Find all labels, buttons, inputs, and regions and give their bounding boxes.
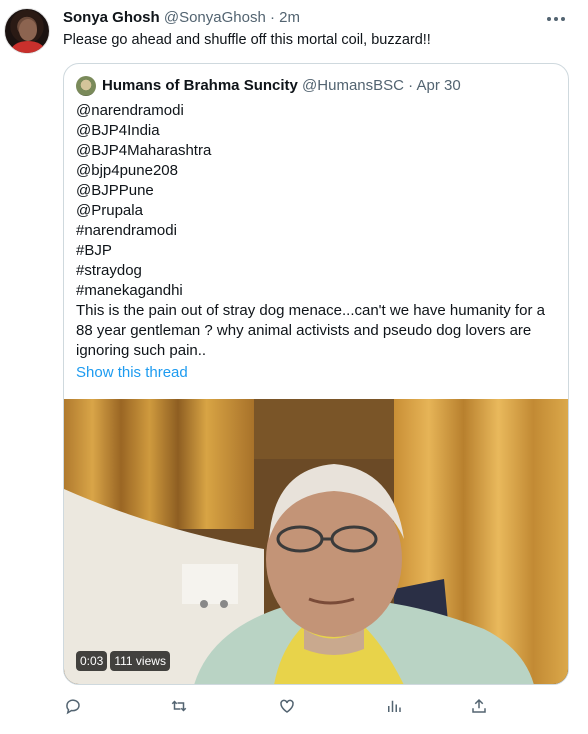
hashtag-link[interactable]: #BJP (76, 241, 564, 261)
video-views: 111 views (110, 651, 170, 671)
tweet-actions (62, 695, 502, 719)
analytics-icon[interactable] (383, 695, 405, 717)
mention-link[interactable]: @BJP4India (76, 121, 564, 141)
mention-link[interactable]: @narendramodi (76, 101, 564, 121)
hashtag-link[interactable]: #manekagandhi (76, 281, 564, 301)
quoted-tweet[interactable]: Humans of Brahma Suncity @HumansBSC · Ap… (63, 63, 569, 685)
author-handle[interactable]: @SonyaGhosh (164, 9, 266, 26)
video-player[interactable]: 0:03 111 views (64, 399, 568, 684)
tweet[interactable]: Sonya Ghosh @SonyaGhosh · 2m Please go a… (0, 0, 588, 734)
avatar-face (19, 19, 37, 41)
quoted-date[interactable]: Apr 30 (417, 77, 461, 94)
quoted-body-text: This is the pain out of stray dog menace… (76, 302, 545, 359)
reply-icon[interactable] (62, 695, 84, 717)
mention-link[interactable]: @BJP4Maharashtra (76, 141, 564, 161)
header-separator: · (269, 9, 275, 26)
mention-link[interactable]: @bjp4pune208 (76, 161, 564, 181)
video-frame (64, 399, 568, 684)
like-icon[interactable] (276, 695, 298, 717)
quoted-avatar[interactable] (76, 76, 96, 96)
tweet-text: Please go ahead and shuffle off this mor… (63, 32, 431, 48)
quoted-author-name[interactable]: Humans of Brahma Suncity (102, 77, 298, 94)
mention-link[interactable]: @BJPPune (76, 181, 564, 201)
hashtag-link[interactable]: #narendramodi (76, 221, 564, 241)
author-avatar[interactable] (4, 8, 50, 54)
avatar-shirt (11, 41, 45, 53)
author-name[interactable]: Sonya Ghosh (63, 9, 160, 26)
video-badges: 0:03 111 views (76, 651, 170, 671)
mention-link[interactable]: @Prupala (76, 201, 564, 221)
retweet-icon[interactable] (168, 695, 190, 717)
quoted-separator: · (408, 77, 414, 94)
share-icon[interactable] (468, 695, 490, 717)
tweet-time[interactable]: 2m (279, 9, 300, 26)
video-duration: 0:03 (76, 651, 108, 671)
hashtag-link[interactable]: #straydog (76, 261, 564, 281)
more-options-icon[interactable] (546, 8, 566, 28)
quoted-header: Humans of Brahma Suncity @HumansBSC · Ap… (102, 77, 461, 94)
quoted-text: @narendramodi @BJP4India @BJP4Maharashtr… (76, 101, 564, 361)
tweet-header: Sonya Ghosh @SonyaGhosh · 2m (63, 9, 300, 26)
show-thread-link[interactable]: Show this thread (76, 364, 188, 381)
quoted-author-handle[interactable]: @HumansBSC (302, 77, 404, 94)
